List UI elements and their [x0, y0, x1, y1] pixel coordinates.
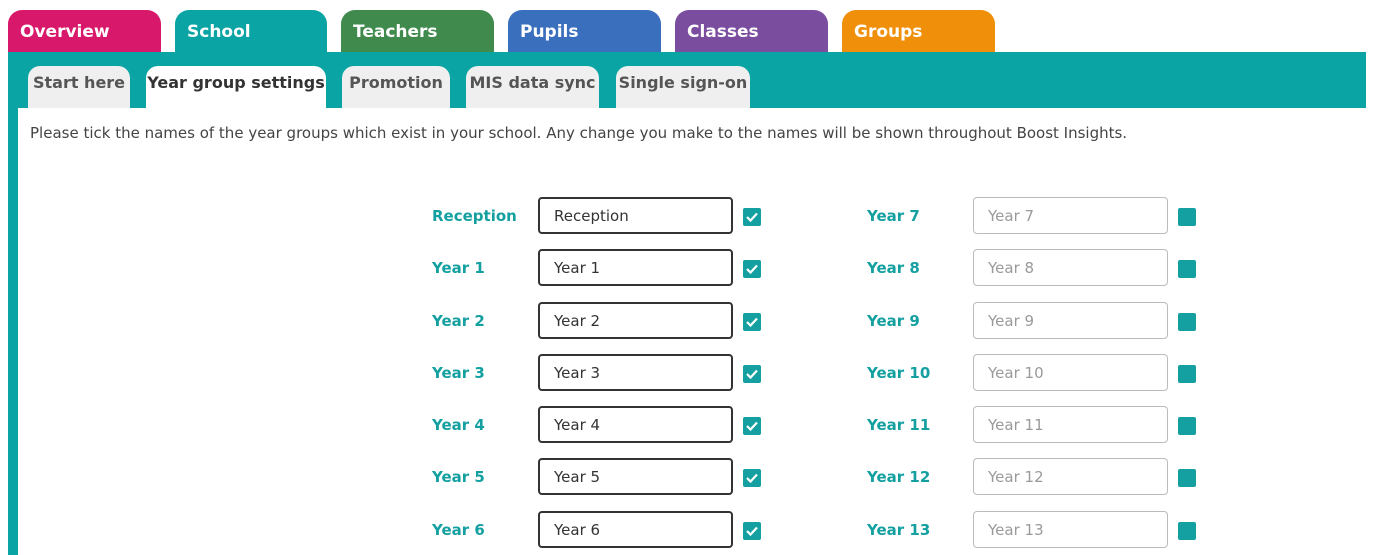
- year-checkbox-year-4[interactable]: [743, 417, 761, 435]
- school-panel: Start here Year group settings Promotion…: [8, 52, 1366, 555]
- tab-teachers[interactable]: Teachers: [341, 10, 494, 56]
- year-name-input-year-7[interactable]: [973, 197, 1168, 234]
- tab-label: Pupils: [520, 22, 579, 42]
- tab-classes[interactable]: Classes: [675, 10, 828, 56]
- year-checkbox-year-6[interactable]: [743, 522, 761, 540]
- top-tab-bar: Overview School Teachers Pupils Classes …: [0, 0, 1373, 56]
- year-name-input-year-5[interactable]: [538, 458, 733, 495]
- subtab-label: Promotion: [349, 73, 443, 92]
- year-name-input-year-4[interactable]: [538, 406, 733, 443]
- year-name-input-year-12[interactable]: [973, 458, 1168, 495]
- year-checkbox-year-13[interactable]: [1178, 522, 1196, 540]
- year-label-year-3: Year 3: [432, 364, 485, 382]
- year-checkbox-year-10[interactable]: [1178, 365, 1196, 383]
- year-checkbox-year-8[interactable]: [1178, 260, 1196, 278]
- checkmark-icon: [746, 526, 758, 537]
- year-label-year-2: Year 2: [432, 312, 485, 330]
- year-checkbox-year-12[interactable]: [1178, 469, 1196, 487]
- checkmark-icon: [746, 212, 758, 223]
- year-name-input-year-13[interactable]: [973, 511, 1168, 548]
- year-name-input-year-3[interactable]: [538, 354, 733, 391]
- year-checkbox-reception[interactable]: [743, 208, 761, 226]
- year-checkbox-year-5[interactable]: [743, 469, 761, 487]
- year-label-year-1: Year 1: [432, 259, 485, 277]
- tab-label: Classes: [687, 22, 759, 42]
- checkmark-icon: [746, 369, 758, 380]
- tab-school[interactable]: School: [175, 10, 327, 56]
- year-name-input-year-9[interactable]: [973, 302, 1168, 339]
- year-label-year-5: Year 5: [432, 468, 485, 486]
- year-checkbox-year-1[interactable]: [743, 260, 761, 278]
- tab-label: Groups: [854, 22, 923, 42]
- tab-groups[interactable]: Groups: [842, 10, 995, 56]
- tab-pupils[interactable]: Pupils: [508, 10, 661, 56]
- year-label-year-13: Year 13: [867, 521, 931, 539]
- year-name-input-reception[interactable]: [538, 197, 733, 234]
- year-label-year-11: Year 11: [867, 416, 931, 434]
- subtab-mis-data-sync[interactable]: MIS data sync: [466, 66, 599, 108]
- subtab-label: MIS data sync: [469, 73, 596, 92]
- year-name-input-year-2[interactable]: [538, 302, 733, 339]
- year-label-reception: Reception: [432, 207, 517, 225]
- checkmark-icon: [746, 264, 758, 275]
- tab-label: Teachers: [353, 22, 438, 42]
- year-checkbox-year-2[interactable]: [743, 313, 761, 331]
- tab-overview[interactable]: Overview: [8, 10, 161, 56]
- year-label-year-9: Year 9: [867, 312, 920, 330]
- tab-label: Overview: [20, 22, 110, 42]
- subtab-promotion[interactable]: Promotion: [342, 66, 450, 108]
- checkmark-icon: [746, 421, 758, 432]
- subtab-label: Year group settings: [147, 73, 325, 92]
- subtab-single-sign-on[interactable]: Single sign-on: [616, 66, 750, 108]
- year-label-year-6: Year 6: [432, 521, 485, 539]
- year-label-year-10: Year 10: [867, 364, 931, 382]
- year-checkbox-year-7[interactable]: [1178, 208, 1196, 226]
- year-label-year-8: Year 8: [867, 259, 920, 277]
- year-name-input-year-11[interactable]: [973, 406, 1168, 443]
- year-checkbox-year-11[interactable]: [1178, 417, 1196, 435]
- intro-text: Please tick the names of the year groups…: [30, 124, 1128, 142]
- subtab-year-group-settings[interactable]: Year group settings: [146, 66, 326, 108]
- year-checkbox-year-3[interactable]: [743, 365, 761, 383]
- year-name-input-year-6[interactable]: [538, 511, 733, 548]
- checkmark-icon: [746, 473, 758, 484]
- year-name-input-year-10[interactable]: [973, 354, 1168, 391]
- subtab-start-here[interactable]: Start here: [28, 66, 130, 108]
- year-label-year-4: Year 4: [432, 416, 485, 434]
- subtab-label: Single sign-on: [618, 73, 748, 92]
- year-label-year-7: Year 7: [867, 207, 920, 225]
- checkmark-icon: [746, 317, 758, 328]
- year-label-year-12: Year 12: [867, 468, 931, 486]
- year-checkbox-year-9[interactable]: [1178, 313, 1196, 331]
- subtab-label: Start here: [32, 73, 126, 92]
- tab-label: School: [187, 22, 251, 42]
- year-name-input-year-8[interactable]: [973, 249, 1168, 286]
- year-name-input-year-1[interactable]: [538, 249, 733, 286]
- sub-tab-bar: Start here Year group settings Promotion…: [18, 52, 1366, 108]
